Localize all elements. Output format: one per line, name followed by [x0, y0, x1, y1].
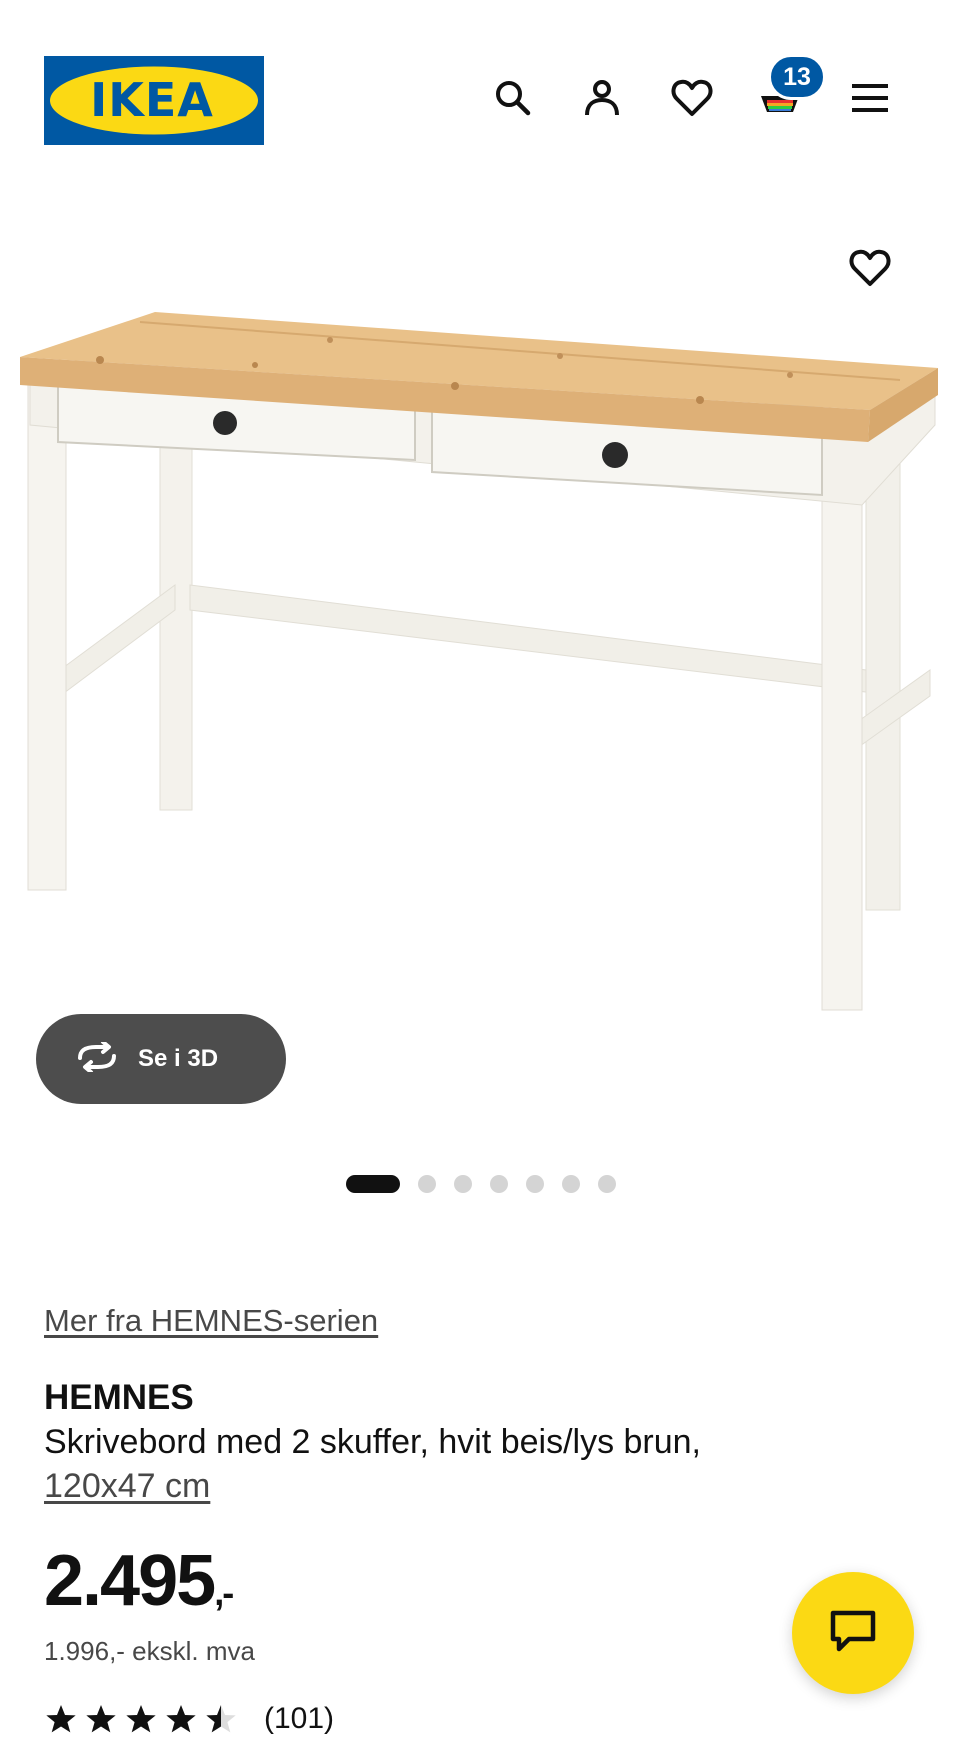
- carousel-dot[interactable]: [454, 1175, 472, 1193]
- site-header: IKEA 13: [0, 0, 960, 190]
- carousel-dot[interactable]: [418, 1175, 436, 1193]
- carousel-dot[interactable]: [562, 1175, 580, 1193]
- rotate-3d-icon: [74, 1039, 120, 1077]
- cart-count-badge: 13: [768, 54, 826, 100]
- product-price: 2.495,-: [44, 1540, 234, 1622]
- price-suffix: ,-: [214, 1572, 234, 1613]
- product-description: Skrivebord med 2 skuffer, hvit beis/lys …: [44, 1420, 804, 1508]
- star-full-icon: [126, 1705, 156, 1733]
- price-excluding-vat: 1.996,- ekskl. mva: [44, 1636, 255, 1666]
- heart-icon[interactable]: [668, 74, 716, 122]
- star-half-icon: [206, 1705, 236, 1733]
- search-icon[interactable]: [489, 74, 537, 122]
- add-to-favorites-icon[interactable]: [845, 243, 895, 293]
- carousel-dot[interactable]: [526, 1175, 544, 1193]
- ikea-logo[interactable]: IKEA: [44, 56, 264, 145]
- carousel-dot[interactable]: [490, 1175, 508, 1193]
- product-rating[interactable]: (101): [44, 1702, 334, 1736]
- product-name: HEMNES: [44, 1378, 194, 1417]
- star-full-icon: [86, 1705, 116, 1733]
- profile-icon[interactable]: [578, 74, 626, 122]
- chat-button[interactable]: [792, 1572, 914, 1694]
- hamburger-menu-icon[interactable]: [846, 74, 894, 122]
- image-carousel-dots: [346, 1174, 634, 1194]
- series-link[interactable]: Mer fra HEMNES-serien: [44, 1303, 378, 1339]
- carousel-dot[interactable]: [598, 1175, 616, 1193]
- chat-icon: [829, 1609, 877, 1658]
- product-image[interactable]: [0, 210, 960, 1040]
- review-count: (101): [264, 1702, 335, 1735]
- star-full-icon: [166, 1705, 196, 1733]
- product-description-text: Skrivebord med 2 skuffer, hvit beis/lys …: [44, 1423, 702, 1461]
- view-in-3d-label: Se i 3D: [138, 1045, 219, 1072]
- carousel-dot-active[interactable]: [346, 1175, 400, 1193]
- price-value: 2.495: [44, 1541, 216, 1621]
- product-size-link[interactable]: 120x47 cm: [44, 1467, 210, 1505]
- star-full-icon: [46, 1705, 76, 1733]
- view-in-3d-button[interactable]: Se i 3D: [36, 1014, 286, 1104]
- logo-text: IKEA: [90, 73, 214, 127]
